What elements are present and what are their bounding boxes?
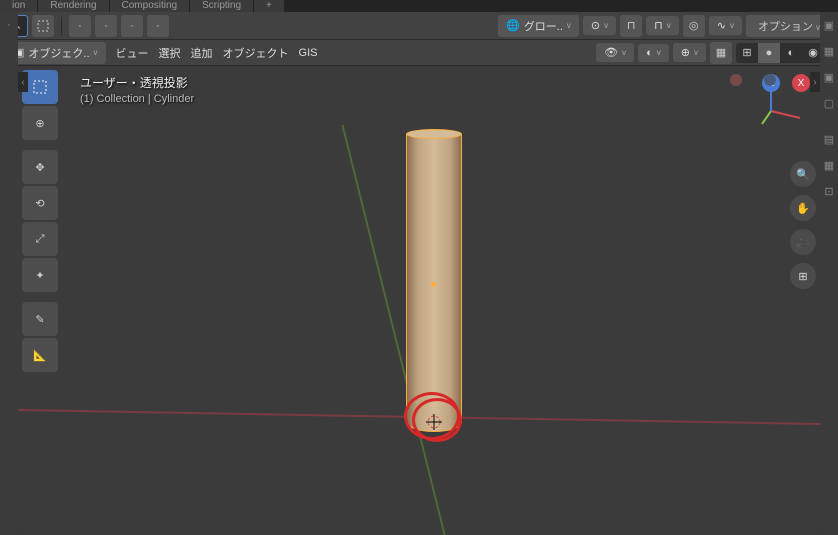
rail-item[interactable]: ⊡ bbox=[820, 178, 838, 204]
transform-orientation-label: グロー.. bbox=[524, 18, 563, 34]
overlay-dropdown[interactable]: ⊕v bbox=[673, 43, 706, 62]
rail-item[interactable]: ▣ bbox=[820, 12, 838, 38]
menu-add[interactable]: 追加 bbox=[191, 45, 213, 61]
tool-cursor[interactable]: ⊕ bbox=[22, 106, 58, 140]
tab-compositing[interactable]: Compositing bbox=[110, 0, 190, 12]
chevron-down-icon: v bbox=[694, 48, 698, 57]
rail-item[interactable]: · bbox=[0, 12, 18, 38]
chevron-down-icon: v bbox=[604, 21, 608, 30]
tool-measure[interactable]: 📐 bbox=[22, 338, 58, 372]
eye-icon: 👁 bbox=[604, 46, 618, 59]
axis-neg-x[interactable] bbox=[730, 74, 742, 86]
viewport-header: ▣ オブジェク.. v ビュー 選択 追加 オブジェクト GIS 👁v ◐v ⊕… bbox=[0, 40, 838, 66]
rail-item[interactable]: ▣ bbox=[820, 64, 838, 90]
workspace-tabs: ion Rendering Compositing Scripting + bbox=[0, 0, 838, 12]
viewport-nav-tools: 🔍 ✋ 🎥 ⊞ bbox=[790, 161, 816, 289]
viewport-overlay-text: ユーザー・透視投影 (1) Collection | Cylinder bbox=[80, 74, 194, 105]
perspective-toggle-button[interactable]: ⊞ bbox=[790, 263, 816, 289]
gizmo-dropdown[interactable]: ◐v bbox=[638, 44, 669, 62]
tab-scripting[interactable]: Scripting bbox=[190, 0, 253, 12]
tab-add[interactable]: + bbox=[254, 0, 284, 12]
tool-toolbar: ⊕ ✥ ⟲ ⤢ ✦ ✎ 📐 bbox=[22, 70, 58, 372]
mode-icon-2[interactable]: · bbox=[95, 15, 117, 37]
options-label: オプション bbox=[758, 21, 813, 33]
globe-icon: 🌐 bbox=[506, 19, 520, 32]
pivot-icon: ⊙ bbox=[591, 19, 600, 32]
visibility-dropdown[interactable]: 👁v bbox=[596, 43, 634, 62]
menu-object[interactable]: オブジェクト bbox=[223, 45, 289, 61]
3d-cursor-icon bbox=[426, 414, 442, 430]
mode-label: オブジェク.. bbox=[28, 45, 89, 61]
transform-orientation-dropdown[interactable]: 🌐 グロー.. v bbox=[498, 15, 579, 37]
menu-view[interactable]: ビュー bbox=[116, 45, 149, 61]
projection-label: ユーザー・透視投影 bbox=[80, 74, 194, 91]
rail-item[interactable]: ▢ bbox=[820, 90, 838, 116]
axis-x[interactable]: X bbox=[792, 74, 810, 92]
xray-toggle[interactable]: ▦ bbox=[710, 42, 732, 64]
tool-annotate[interactable]: ✎ bbox=[22, 302, 58, 336]
collection-path-label: (1) Collection | Cylinder bbox=[80, 93, 194, 105]
tool-move[interactable]: ✥ bbox=[22, 150, 58, 184]
select-box-icon[interactable] bbox=[32, 15, 54, 37]
collapse-right-icon[interactable]: › bbox=[810, 72, 820, 92]
object-origin-icon bbox=[431, 282, 436, 287]
axis-neg-z[interactable] bbox=[764, 74, 776, 86]
chevron-down-icon: v bbox=[94, 48, 98, 57]
navigation-gizmo[interactable]: Z X Y bbox=[734, 74, 808, 148]
pivot-dropdown[interactable]: ⊙ v bbox=[583, 16, 616, 35]
rail-item[interactable]: ▦ bbox=[820, 152, 838, 178]
curve-icon: ∿ bbox=[717, 19, 726, 32]
chevron-down-icon: v bbox=[567, 21, 571, 30]
shading-solid[interactable]: ● bbox=[758, 43, 780, 63]
tool-scale[interactable]: ⤢ bbox=[22, 222, 58, 256]
proportional-dropdown[interactable]: ∿ v bbox=[709, 16, 742, 35]
gizmo-icon: ◐ bbox=[646, 47, 653, 59]
chevron-down-icon: v bbox=[622, 48, 626, 57]
menu-gis[interactable]: GIS bbox=[299, 47, 318, 59]
mode-icon-1[interactable]: · bbox=[69, 15, 91, 37]
header-bar: ↖ · · · · 🌐 グロー.. v ⊙ v ⊓ ⊓ v ◎ ∿ v オプショ… bbox=[0, 12, 838, 40]
left-editor-rail: · bbox=[0, 12, 18, 535]
tab-partial[interactable]: ion bbox=[0, 0, 37, 12]
snap-dropdown[interactable]: ⊓ v bbox=[646, 16, 679, 35]
pan-button[interactable]: ✋ bbox=[790, 195, 816, 221]
mode-icon-4[interactable]: · bbox=[147, 15, 169, 37]
snap-toggle[interactable]: ⊓ bbox=[620, 15, 642, 37]
overlay-icon: ⊕ bbox=[681, 46, 690, 59]
tool-transform[interactable]: ✦ bbox=[22, 258, 58, 292]
shading-material[interactable]: ◐ bbox=[780, 43, 802, 63]
chevron-down-icon: v bbox=[657, 48, 661, 57]
chevron-down-icon: v bbox=[730, 21, 734, 30]
mode-icon-3[interactable]: · bbox=[121, 15, 143, 37]
tool-rotate[interactable]: ⟲ bbox=[22, 186, 58, 220]
rail-item[interactable]: ▦ bbox=[820, 38, 838, 64]
mode-dropdown[interactable]: ▣ オブジェク.. v bbox=[6, 42, 106, 64]
tab-rendering[interactable]: Rendering bbox=[38, 0, 108, 12]
rail-item[interactable]: ▤ bbox=[820, 126, 838, 152]
shading-wireframe[interactable]: ⊞ bbox=[736, 43, 758, 63]
right-properties-rail: ▣ ▦ ▣ ▢ ▤ ▦ ⊡ bbox=[820, 12, 838, 535]
zoom-button[interactable]: 🔍 bbox=[790, 161, 816, 187]
chevron-down-icon: v bbox=[667, 21, 671, 30]
camera-view-button[interactable]: 🎥 bbox=[790, 229, 816, 255]
proportional-toggle[interactable]: ◎ bbox=[683, 15, 705, 37]
menu-select[interactable]: 選択 bbox=[159, 45, 181, 61]
snap-icon: ⊓ bbox=[654, 19, 663, 32]
3d-viewport[interactable]: ⊕ ✥ ⟲ ⤢ ✦ ✎ 📐 ユーザー・透視投影 (1) Collection |… bbox=[18, 66, 820, 535]
collapse-left-icon[interactable]: ‹ bbox=[18, 72, 28, 92]
shading-mode-group: ⊞ ● ◐ ◉ bbox=[736, 43, 824, 63]
